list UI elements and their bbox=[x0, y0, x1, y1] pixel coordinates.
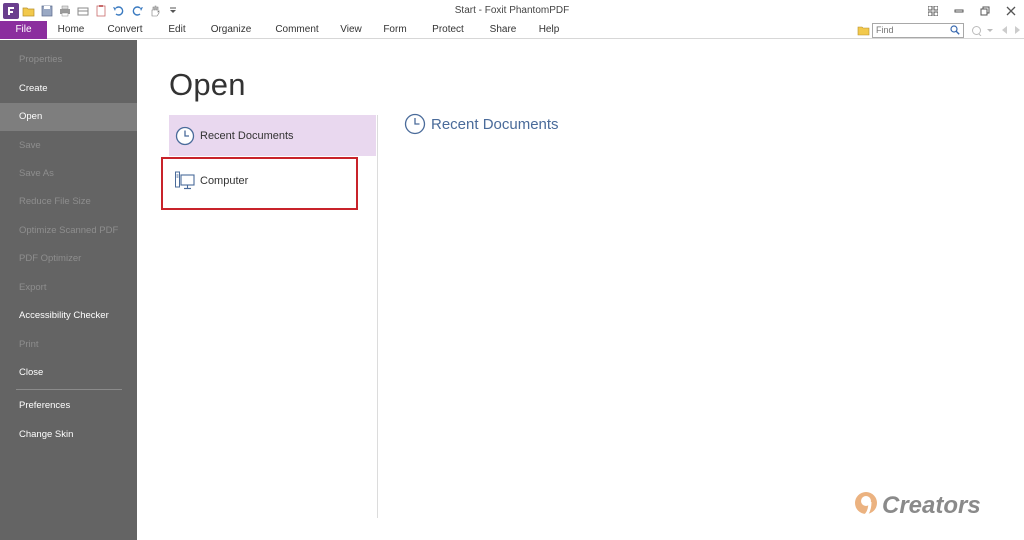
tab-home[interactable]: Home bbox=[50, 21, 92, 39]
layout-grid-icon[interactable] bbox=[920, 0, 946, 21]
watermark-logo: Creators bbox=[852, 488, 1002, 522]
search-options-icon[interactable] bbox=[970, 24, 982, 36]
recent-documents-heading: Recent Documents bbox=[404, 111, 559, 137]
quick-access-toolbar bbox=[0, 0, 181, 21]
sidebar-item-properties[interactable]: Properties bbox=[0, 46, 137, 74]
sidebar-divider bbox=[16, 389, 122, 390]
sidebar-item-reduce-file-size[interactable]: Reduce File Size bbox=[0, 188, 137, 216]
page-title: Open bbox=[169, 67, 246, 102]
previous-result-icon[interactable] bbox=[998, 24, 1010, 36]
tab-protect[interactable]: Protect bbox=[426, 21, 470, 39]
tab-comment[interactable]: Comment bbox=[268, 21, 326, 39]
sidebar-item-print[interactable]: Print bbox=[0, 331, 137, 359]
paste-icon[interactable] bbox=[93, 3, 109, 19]
sidebar-item-accessibility-checker[interactable]: Accessibility Checker bbox=[0, 302, 137, 330]
restore-icon[interactable] bbox=[972, 0, 998, 21]
sidebar-item-save-as[interactable]: Save As bbox=[0, 160, 137, 188]
clock-icon bbox=[404, 113, 426, 135]
clock-icon bbox=[174, 125, 196, 147]
print-icon[interactable] bbox=[57, 3, 73, 19]
tab-convert[interactable]: Convert bbox=[102, 21, 148, 39]
app-logo-icon[interactable] bbox=[3, 2, 19, 19]
sidebar-item-open[interactable]: Open bbox=[0, 103, 137, 131]
tab-edit[interactable]: Edit bbox=[161, 21, 193, 39]
sidebar-item-close[interactable]: Close bbox=[0, 359, 137, 387]
foxit-app-window: Start - Foxit PhantomPDF File Home Conve… bbox=[0, 0, 1024, 540]
recent-documents-option[interactable]: Recent Documents bbox=[169, 115, 376, 156]
sidebar-item-change-skin[interactable]: Change Skin bbox=[0, 421, 137, 449]
search-icon[interactable] bbox=[948, 24, 962, 37]
undo-icon[interactable] bbox=[111, 3, 127, 19]
open-panel: Open Recent Documents Computer Recent Do… bbox=[137, 40, 1024, 540]
save-icon[interactable] bbox=[39, 3, 55, 19]
sidebar-item-pdf-optimizer[interactable]: PDF Optimizer bbox=[0, 245, 137, 273]
find-input[interactable] bbox=[873, 23, 947, 37]
chevron-down-icon[interactable] bbox=[984, 24, 996, 36]
panel-divider bbox=[377, 115, 378, 518]
computer-highlight-annotation bbox=[161, 157, 358, 210]
find-navigation bbox=[968, 24, 1024, 36]
watermark-text: Creators bbox=[882, 492, 981, 519]
title-bar: Start - Foxit PhantomPDF bbox=[0, 0, 1024, 21]
backstage-sidebar: Properties Create Open Save Save As Redu… bbox=[0, 40, 137, 540]
sidebar-item-save[interactable]: Save bbox=[0, 132, 137, 160]
sidebar-item-optimize-scanned-pdf[interactable]: Optimize Scanned PDF bbox=[0, 217, 137, 245]
tab-form[interactable]: Form bbox=[378, 21, 412, 39]
next-result-icon[interactable] bbox=[1012, 24, 1024, 36]
tab-file[interactable]: File bbox=[0, 21, 47, 39]
recent-documents-heading-text: Recent Documents bbox=[431, 115, 559, 133]
sidebar-item-create[interactable]: Create bbox=[0, 75, 137, 103]
folder-search-icon[interactable] bbox=[856, 23, 870, 37]
find-box bbox=[872, 22, 964, 38]
open-folder-icon[interactable] bbox=[21, 3, 37, 19]
hand-tool-icon[interactable] bbox=[147, 3, 163, 19]
customize-dropdown-icon[interactable] bbox=[165, 3, 181, 19]
tab-help[interactable]: Help bbox=[532, 21, 566, 39]
tab-view[interactable]: View bbox=[334, 21, 368, 39]
recent-documents-label: Recent Documents bbox=[200, 129, 294, 142]
sidebar-item-preferences[interactable]: Preferences bbox=[0, 392, 137, 420]
redo-icon[interactable] bbox=[129, 3, 145, 19]
find-toolbar bbox=[856, 21, 1024, 39]
scan-icon[interactable] bbox=[75, 3, 91, 19]
close-icon[interactable] bbox=[998, 0, 1024, 21]
minimize-icon[interactable] bbox=[946, 0, 972, 21]
tab-share[interactable]: Share bbox=[484, 21, 522, 39]
window-controls bbox=[920, 0, 1024, 21]
tab-organize[interactable]: Organize bbox=[205, 21, 257, 39]
sidebar-item-export[interactable]: Export bbox=[0, 274, 137, 302]
